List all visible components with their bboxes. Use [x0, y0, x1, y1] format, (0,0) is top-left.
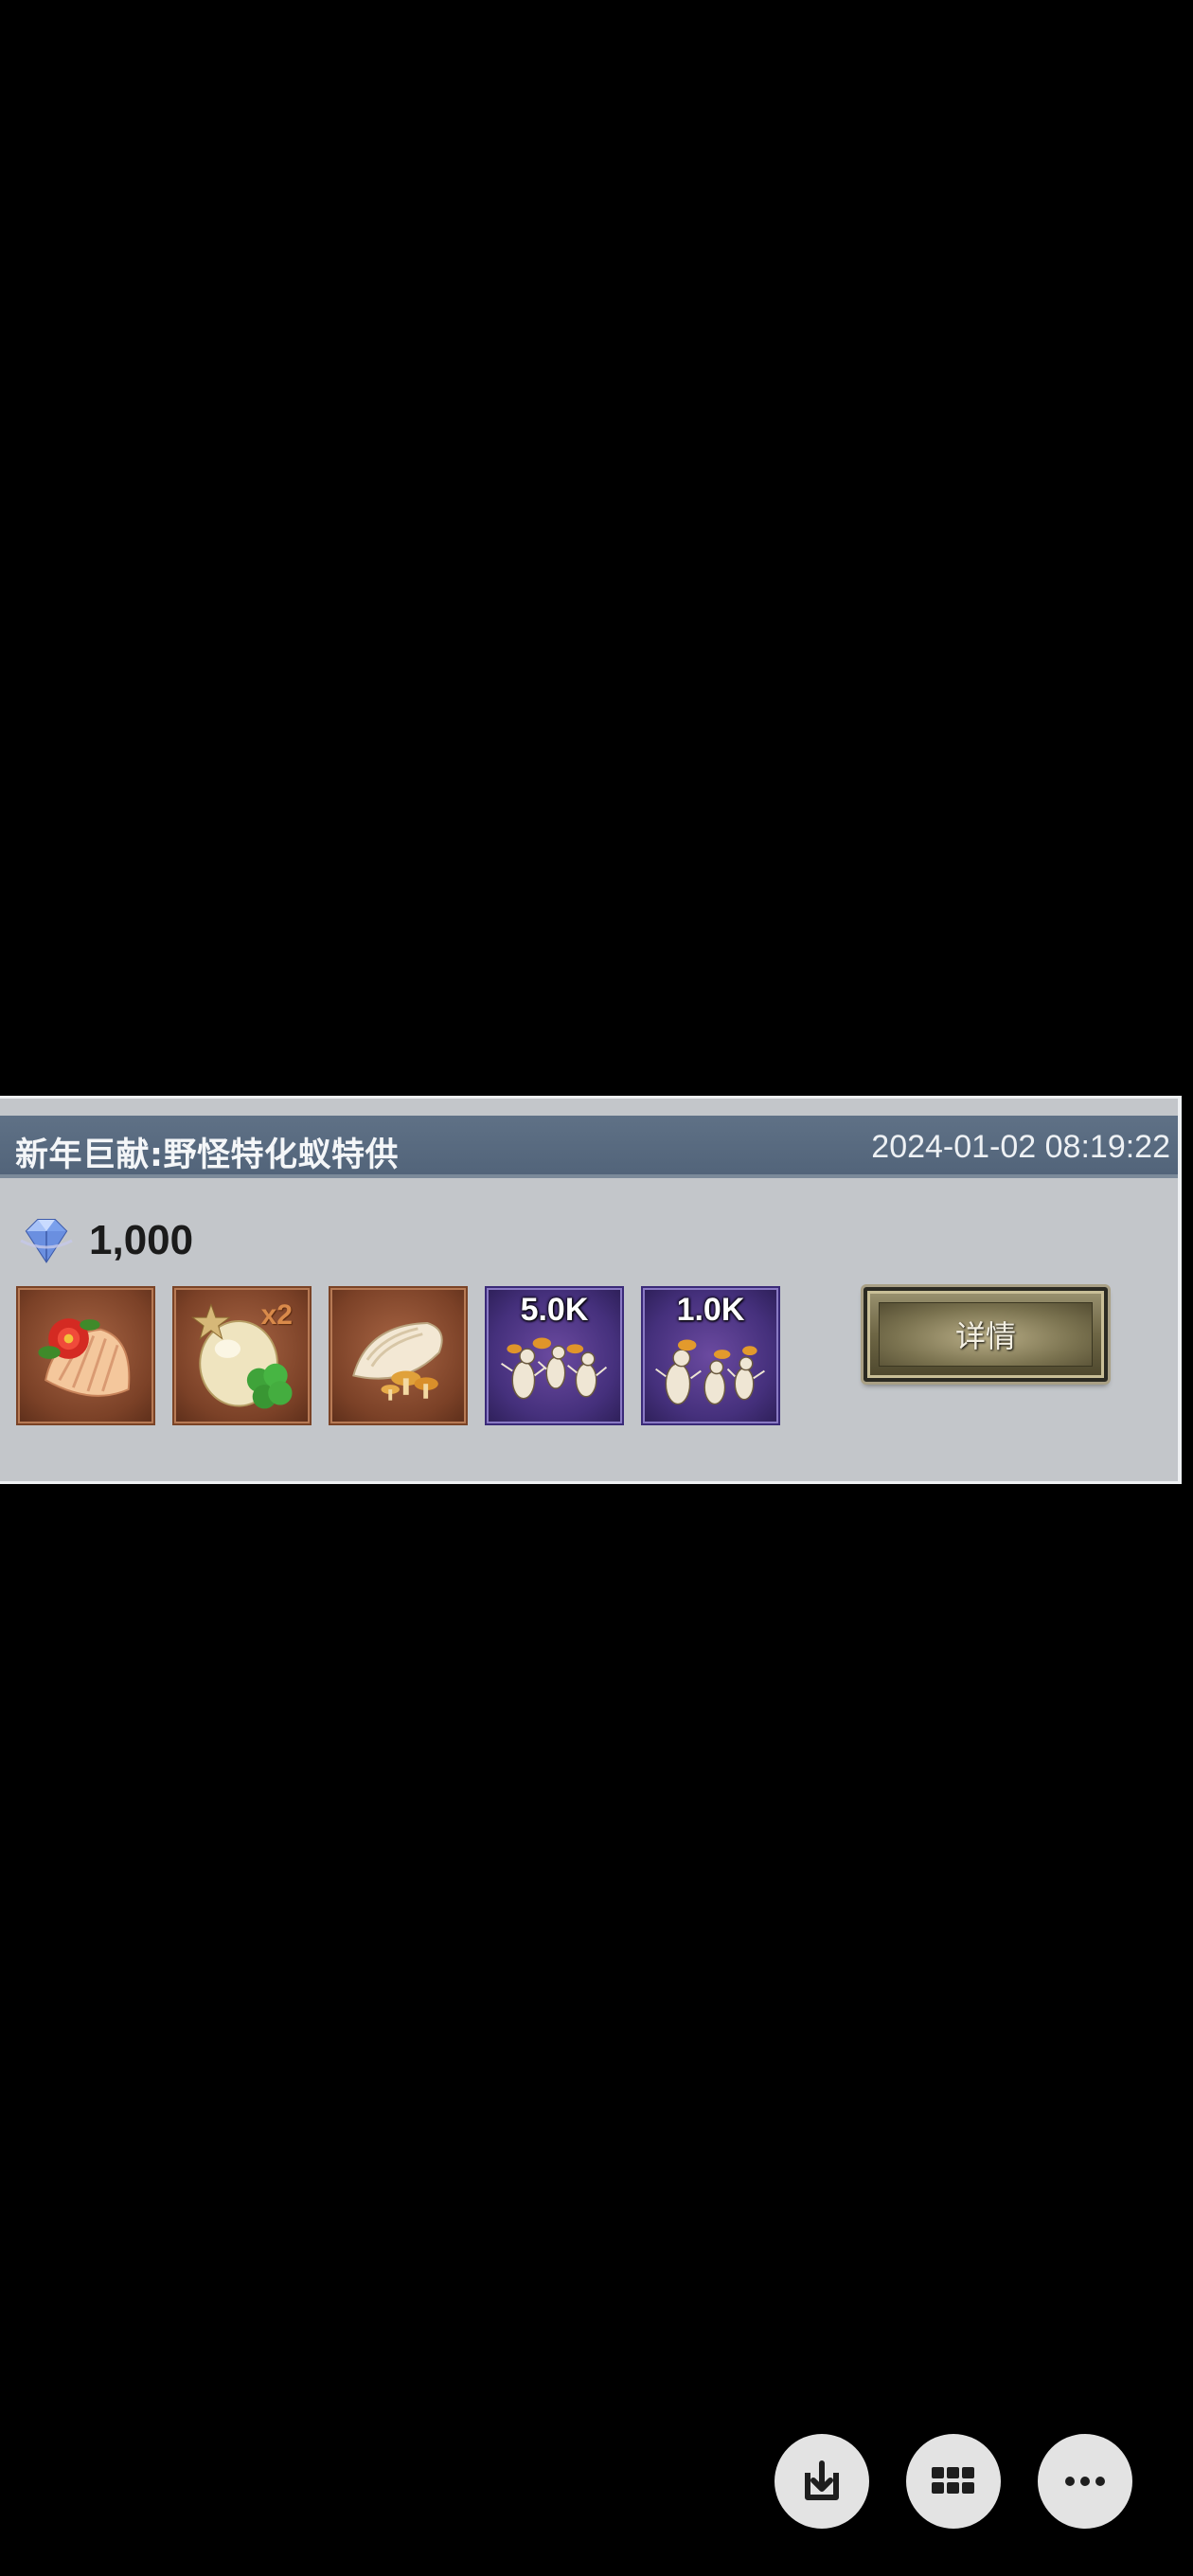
reward-items: x2 5.0K 1.0K: [16, 1286, 780, 1425]
details-button-label: 详情: [954, 1318, 1016, 1354]
shell-flower-icon: [38, 1318, 131, 1397]
more-dots-icon: [1065, 2477, 1105, 2486]
reward-item[interactable]: [16, 1286, 155, 1425]
reward-item[interactable]: 5.0K: [485, 1286, 624, 1425]
item-quantity: 5.0K: [520, 1292, 589, 1328]
reward-item[interactable]: 1.0K: [641, 1286, 780, 1425]
details-button[interactable]: 详情: [864, 1287, 1108, 1382]
event-card: 新年巨献:野怪特化蚁特供 2024-01-02 08:19:22 1,000 x…: [0, 1096, 1182, 1484]
download-icon: [805, 2460, 839, 2500]
larva-mushroom-icon: [352, 1321, 443, 1401]
screen: 新年巨献:野怪特化蚁特供 2024-01-02 08:19:22 1,000 x…: [0, 0, 1193, 2576]
more-button[interactable]: [1038, 2434, 1132, 2529]
cost-row: 1,000: [17, 1210, 193, 1271]
item-quantity: 1.0K: [676, 1292, 745, 1328]
reward-item[interactable]: [329, 1286, 468, 1425]
download-button[interactable]: [775, 2434, 869, 2529]
event-timestamp: 2024-01-02 08:19:22: [871, 1129, 1170, 1165]
reward-item[interactable]: x2: [172, 1286, 312, 1425]
event-header: 新年巨献:野怪特化蚁特供 2024-01-02 08:19:22: [0, 1116, 1178, 1178]
grid-apps-icon: [932, 2467, 974, 2494]
event-title: 新年巨献:野怪特化蚁特供: [15, 1136, 399, 1174]
cost-value: 1,000: [89, 1217, 194, 1263]
diamond-gem-icon: [20, 1219, 73, 1263]
apps-button[interactable]: [906, 2434, 1001, 2529]
item-multiplier: x2: [260, 1299, 293, 1331]
